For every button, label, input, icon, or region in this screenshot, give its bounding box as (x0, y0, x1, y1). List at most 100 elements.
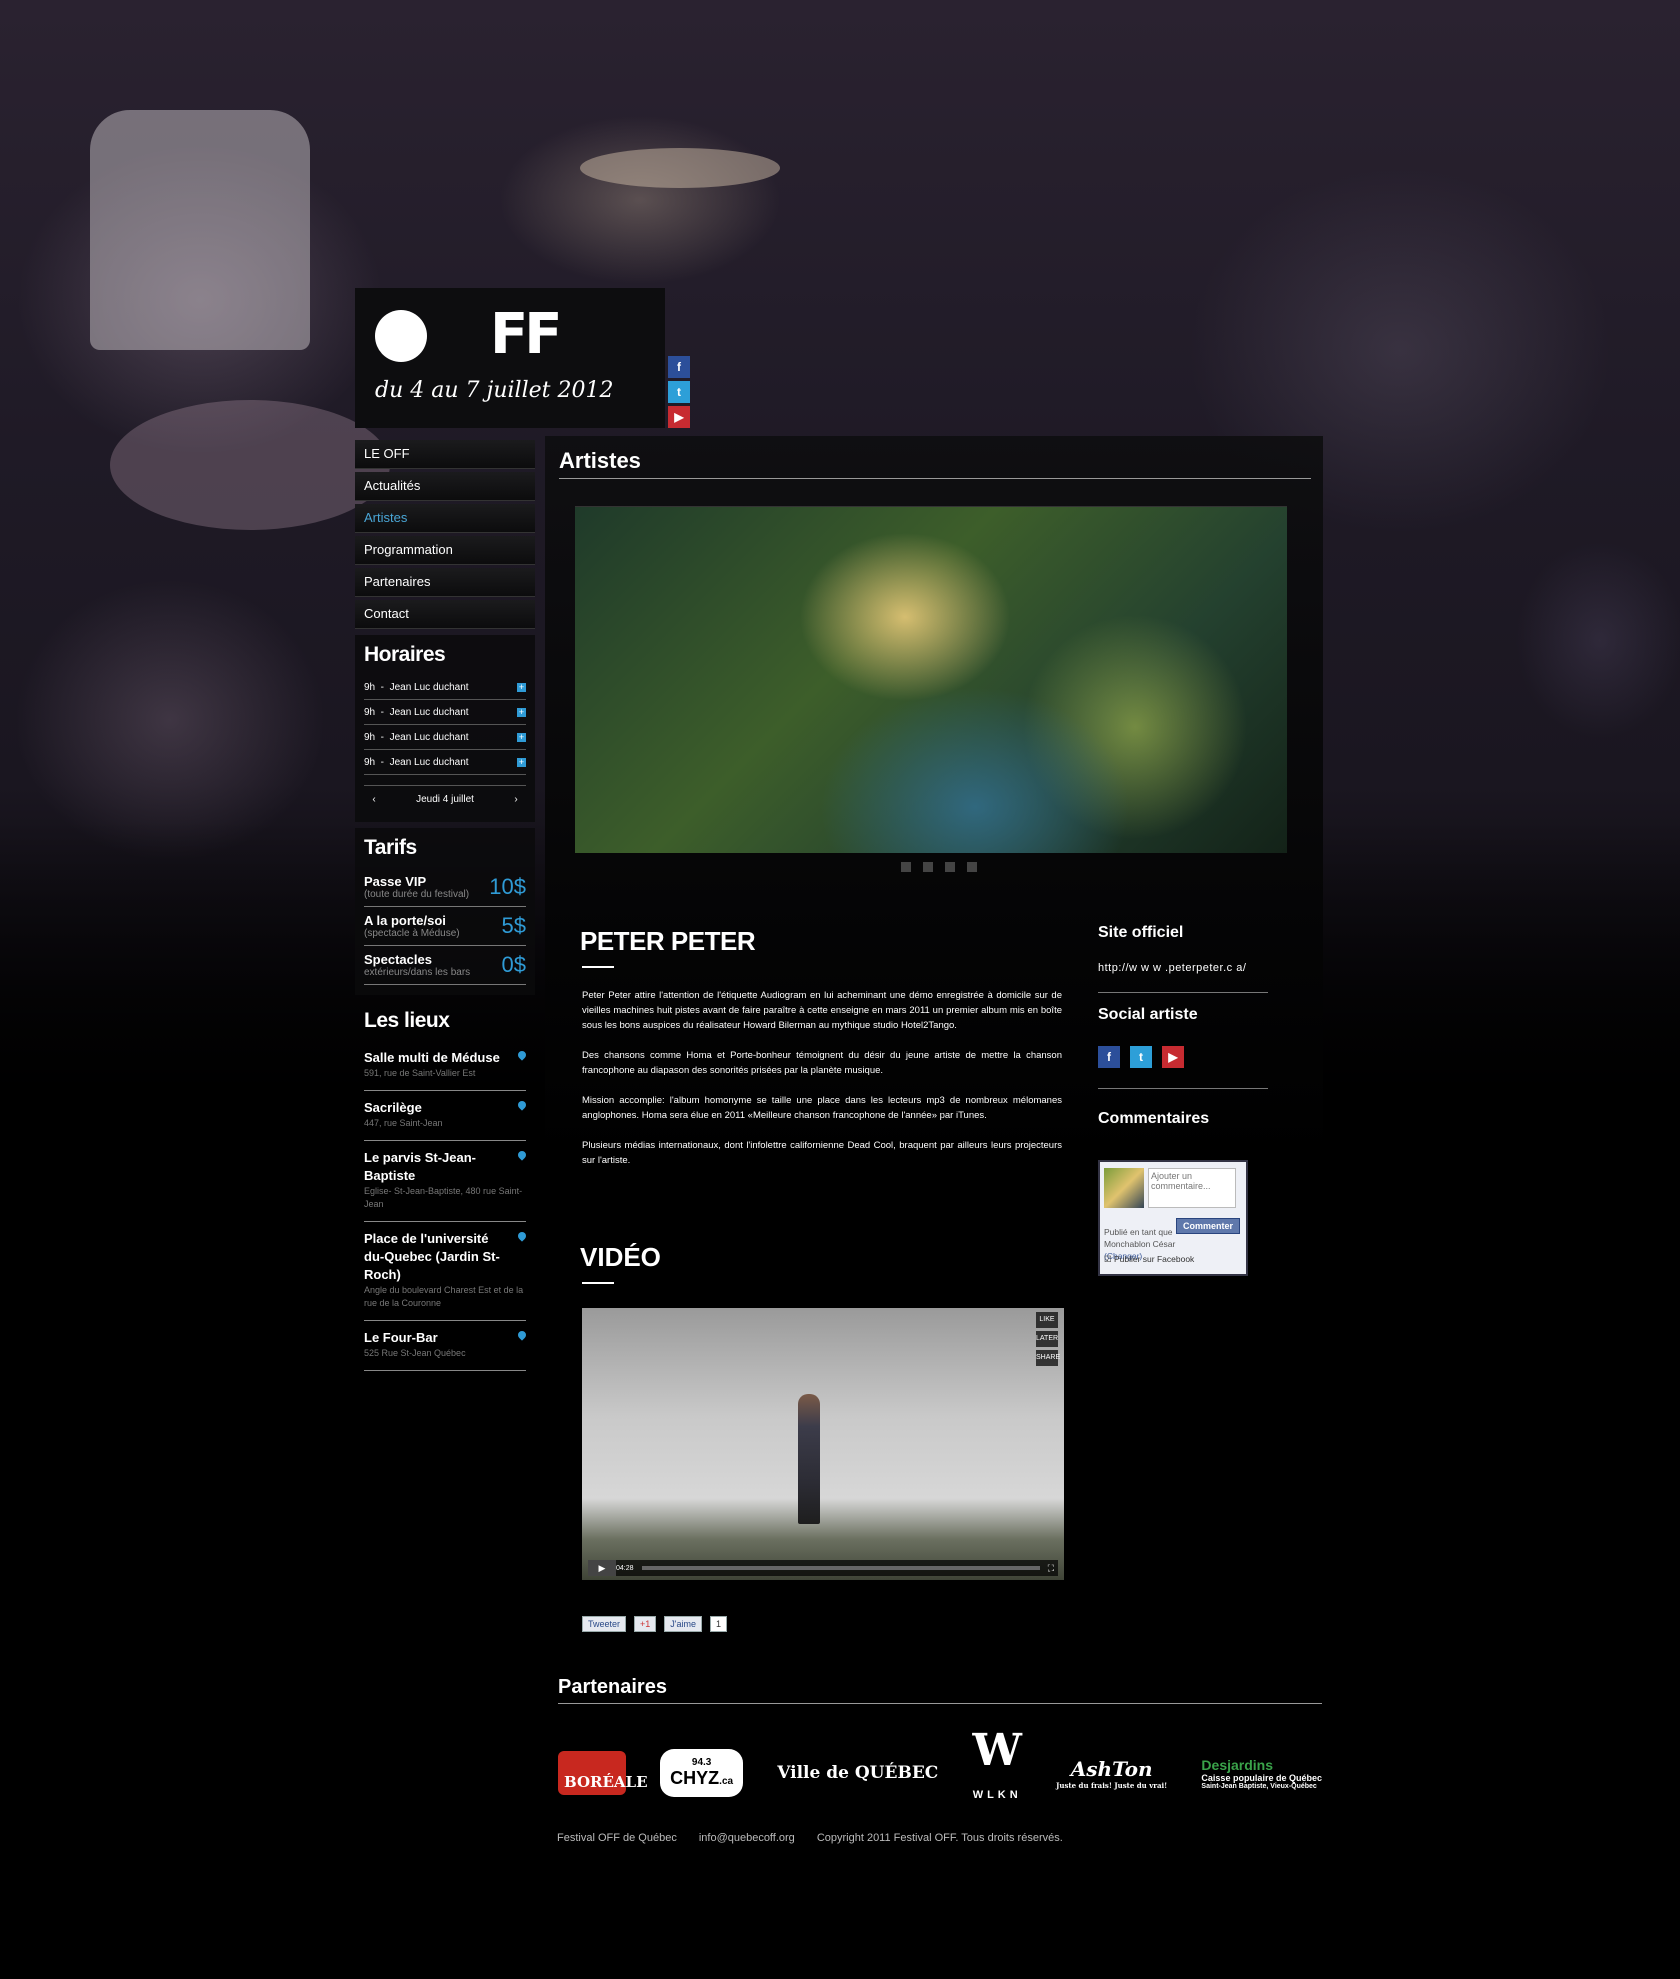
festival-dates: du 4 au 7 juillet 2012 (375, 378, 614, 403)
video-section-title: VIDÉO (580, 1242, 661, 1272)
like-count: 1 (710, 1616, 728, 1632)
bio-paragraph: Peter Peter attire l'attention de l'étiq… (582, 990, 1062, 1031)
partners-title: Partenaires (558, 1676, 1322, 1704)
video-progress-bar[interactable] (641, 1566, 1040, 1570)
tarif-name: Passe VIP (364, 874, 427, 889)
plus-icon[interactable]: + (517, 682, 526, 692)
venue-item[interactable]: Salle multi de Méduse 591, rue de Saint-… (364, 1041, 528, 1091)
logo-text: FF (490, 302, 562, 367)
nav-item-partenaires[interactable]: Partenaires (355, 568, 535, 597)
chyz-name: CHYZ (670, 1768, 720, 1788)
slider-dot[interactable] (945, 862, 955, 872)
video-duration: 04:28 (616, 1564, 634, 1572)
venue-item[interactable]: Le parvis St-Jean-Baptiste Eglise- St-Je… (364, 1141, 528, 1222)
tarif-item: Passe VIP (toute durée du festival) 10$ (364, 868, 526, 907)
partners-logos: BORÉALE 94.3 CHYZ.ca Ville de QUÉBEC W WL… (558, 1729, 1322, 1808)
schedule-time: 9h (364, 681, 376, 693)
like-video-button[interactable]: LIKE (1036, 1312, 1058, 1328)
schedule-time: 9h (364, 731, 376, 743)
official-site-link[interactable]: http://w w w .peterpeter.c a/ (1098, 962, 1246, 974)
divider (1098, 1088, 1268, 1089)
schedule-time: 9h (364, 706, 376, 718)
tarif-item: Spectacles extérieurs/dans les bars 0$ (364, 946, 526, 985)
bio-paragraph: Mission accomplie: l'album homonyme se t… (582, 1095, 1062, 1121)
youtube-icon[interactable]: ▶ (668, 406, 690, 428)
schedule-artist: Jean Luc duchant (389, 706, 469, 718)
site-logo[interactable]: FF du 4 au 7 juillet 2012 (355, 288, 665, 428)
twitter-icon[interactable]: t (668, 381, 690, 403)
slider-dot[interactable] (967, 862, 977, 872)
chyz-frequency: 94.3 (691, 1757, 712, 1768)
video-player[interactable]: LIKE LATER SHARE ▶ 04:28 ⛶ (582, 1308, 1064, 1580)
boreale-logo[interactable]: BORÉALE (558, 1751, 648, 1795)
facebook-icon[interactable]: f (668, 356, 690, 378)
artist-social-links: f t ▶ (1098, 1046, 1184, 1071)
horaires-title: Horaires (364, 643, 446, 666)
video-side-buttons: LIKE LATER SHARE (1036, 1312, 1060, 1366)
schedule-time: 9h (364, 756, 376, 768)
desjardins-subtitle: Caisse populaire de Québec (1201, 1772, 1322, 1783)
plus-icon[interactable]: + (517, 732, 526, 742)
facebook-icon[interactable]: f (1098, 1046, 1120, 1068)
plus-icon[interactable]: + (517, 707, 526, 717)
footer-email-link[interactable]: info@quebecoff.org (699, 1832, 795, 1844)
venue-address: Eglise- St-Jean-Baptiste, 480 rue Saint-… (364, 1186, 523, 1209)
post-to-facebook-label: Publier sur Facebook (1113, 1254, 1195, 1264)
slider-dot[interactable] (923, 862, 933, 872)
prev-day-button[interactable]: ‹ (364, 794, 384, 805)
schedule-row[interactable]: 9h - Jean Luc duchant + (364, 725, 526, 750)
title-underline (582, 966, 614, 968)
bio-paragraph: Plusieurs médias internationaux, dont l'… (582, 1140, 1062, 1166)
page-title: Artistes (559, 448, 1311, 479)
gplus-button[interactable]: +1 (634, 1616, 657, 1632)
fullscreen-icon[interactable]: ⛶ (1048, 1563, 1058, 1574)
venue-item[interactable]: Le Four-Bar 525 Rue St-Jean Québec (364, 1321, 528, 1371)
fb-like-button[interactable]: J'aime (664, 1616, 703, 1632)
schedule-artist: Jean Luc duchant (389, 681, 469, 693)
logo-circle (375, 310, 427, 362)
venue-item[interactable]: Place de l'université du-Quebec (Jardin … (364, 1222, 528, 1321)
main-nav: LE OFF Actualités Artistes Programmation… (355, 440, 535, 629)
desjardins-logo[interactable]: Desjardins Caisse populaire de Québec Sa… (1201, 1757, 1322, 1790)
play-icon[interactable]: ▶ (588, 1560, 616, 1576)
ashton-name: AshTon (1070, 1756, 1153, 1781)
next-day-button[interactable]: › (506, 794, 526, 805)
comment-button[interactable]: Commenter (1175, 1218, 1240, 1234)
post-to-facebook-checkbox[interactable]: ☑ Publier sur Facebook (1104, 1254, 1194, 1265)
tarif-description: extérieurs/dans les bars (364, 967, 471, 978)
tarif-price: 10$ (489, 874, 526, 899)
divider (1098, 992, 1268, 993)
nav-item-programmation[interactable]: Programmation (355, 536, 535, 565)
artist-name: PETER PETER (580, 926, 756, 956)
tarif-item: A la porte/soi (spectacle à Méduse) 5$ (364, 907, 526, 946)
official-site-title: Site officiel (1098, 924, 1184, 941)
left-sidebar: LE OFF Actualités Artistes Programmation… (355, 440, 535, 1381)
share-video-button[interactable]: SHARE (1036, 1350, 1060, 1366)
twitter-icon[interactable]: t (1130, 1046, 1152, 1068)
schedule-row[interactable]: 9h - Jean Luc duchant + (364, 750, 526, 775)
horaires-panel: Horaires 9h - Jean Luc duchant + 9h - Je… (355, 635, 535, 822)
ville-de-quebec-logo[interactable]: Ville de QUÉBEC (777, 1763, 938, 1783)
youtube-icon[interactable]: ▶ (1162, 1046, 1184, 1068)
nav-item-le-off[interactable]: LE OFF (355, 440, 535, 469)
comment-input[interactable]: Ajouter un commentaire... (1148, 1168, 1236, 1208)
venue-name: Salle multi de Méduse (364, 1050, 500, 1065)
schedule-row[interactable]: 9h - Jean Luc duchant + (364, 675, 526, 700)
slider-dot[interactable] (901, 862, 911, 872)
wlkn-logo[interactable]: W WLKN (973, 1729, 1022, 1817)
schedule-row[interactable]: 9h - Jean Luc duchant + (364, 700, 526, 725)
nav-item-actualites[interactable]: Actualités (355, 472, 535, 501)
ashton-logo[interactable]: AshTon Juste du frais! Juste du vrai! (1056, 1757, 1167, 1790)
nav-item-artistes[interactable]: Artistes (355, 504, 535, 533)
watch-later-button[interactable]: LATER (1036, 1331, 1058, 1347)
chyz-logo[interactable]: 94.3 CHYZ.ca (660, 1749, 744, 1797)
venue-item[interactable]: Sacrilège 447, rue Saint-Jean (364, 1091, 528, 1141)
artist-hero-image (575, 506, 1287, 853)
plus-icon[interactable]: + (517, 757, 526, 767)
footer: Festival OFF de Québec info@quebecoff.or… (557, 1832, 1063, 1844)
facebook-comment-widget: Ajouter un commentaire... Publié en tant… (1098, 1160, 1248, 1276)
schedule-artist: Jean Luc duchant (389, 756, 469, 768)
tarif-name: A la porte/soi (364, 913, 446, 928)
tweet-button[interactable]: Tweeter (582, 1616, 627, 1632)
nav-item-contact[interactable]: Contact (355, 600, 535, 629)
